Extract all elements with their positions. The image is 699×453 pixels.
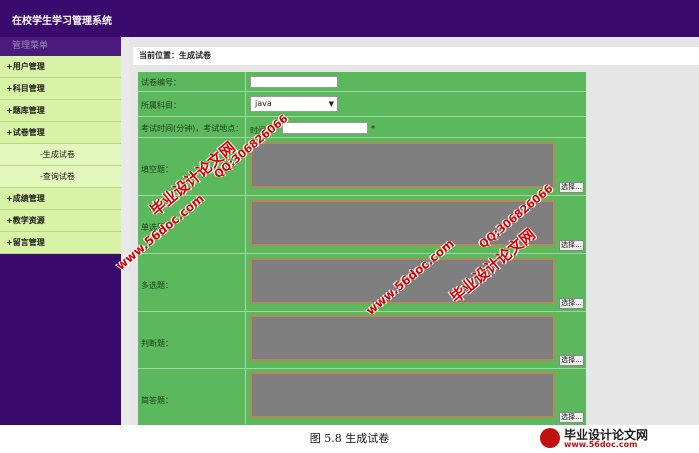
- sidebar-item-question-bank[interactable]: +题库管理: [0, 100, 121, 122]
- sidebar-item-message-manage[interactable]: +留言管理: [0, 232, 121, 254]
- paper-id-label: 试卷编号：: [141, 78, 181, 87]
- top-bar: 在校学生学习管理系统: [0, 0, 699, 37]
- single-choice-choose-button[interactable]: 选择...: [559, 240, 584, 251]
- paper-id-input[interactable]: [250, 76, 338, 88]
- brand-url: www.56doc.com: [564, 440, 638, 449]
- sidebar-subitem-query-paper[interactable]: -查询试卷: [0, 166, 121, 188]
- single-choice-textarea[interactable]: [250, 200, 555, 246]
- row-paper-id: 试卷编号：: [138, 72, 586, 92]
- multi-choice-label: 多选题：: [141, 281, 173, 290]
- sidebar-item-paper-manage[interactable]: +试卷管理: [0, 122, 121, 144]
- breadcrumb: 当前位置：生成试卷: [133, 47, 699, 65]
- row-subject: 所属科目：: [138, 92, 586, 117]
- short-answer-label: 简答题：: [141, 396, 173, 405]
- subject-select-value: java: [255, 99, 272, 108]
- exam-time-label: 考试时间(分钟)，考试地点：: [141, 124, 244, 133]
- sidebar-item-teaching-resources[interactable]: +教学资源: [0, 210, 121, 232]
- generate-paper-form: 试卷编号： 所属科目： java ▼ 考试时间(分钟)，考试地点： 时间： * …: [138, 72, 586, 425]
- single-choice-label: 单选题：: [141, 223, 173, 232]
- app-title: 在校学生学习管理系统: [12, 16, 112, 27]
- fill-blank-label: 填空题：: [141, 165, 173, 174]
- sidebar: 管理菜单 +用户管理 +科目管理 +题库管理 +试卷管理 -生成试卷 -查询试卷…: [0, 37, 121, 425]
- time-input[interactable]: [282, 122, 368, 134]
- multi-choice-textarea[interactable]: [250, 258, 555, 304]
- short-answer-textarea[interactable]: [250, 372, 555, 418]
- subject-select[interactable]: java ▼: [250, 96, 338, 112]
- fill-blank-textarea[interactable]: [250, 142, 555, 188]
- required-mark: *: [371, 124, 375, 133]
- true-false-textarea[interactable]: [250, 315, 555, 361]
- sidebar-divider: [121, 37, 129, 425]
- main-content: 当前位置：生成试卷 试卷编号： 所属科目： java ▼ 考试时间(分钟)，考试…: [129, 37, 699, 425]
- subject-label: 所属科目：: [141, 101, 181, 110]
- brand-logo: 毕业设计论文网 www.56doc.com: [540, 426, 696, 451]
- short-answer-choose-button[interactable]: 选择...: [559, 412, 584, 423]
- chevron-down-icon: ▼: [328, 100, 334, 108]
- fill-blank-choose-button[interactable]: 选择...: [559, 182, 584, 193]
- sidebar-item-subject-manage[interactable]: +科目管理: [0, 78, 121, 100]
- sidebar-subitem-generate-paper[interactable]: -生成试卷: [0, 144, 121, 166]
- true-false-choose-button[interactable]: 选择...: [559, 355, 584, 366]
- sidebar-item-score-manage[interactable]: +成绩管理: [0, 188, 121, 210]
- multi-choice-choose-button[interactable]: 选择...: [559, 298, 584, 309]
- sidebar-header: 管理菜单: [0, 37, 121, 56]
- sidebar-item-user-manage[interactable]: +用户管理: [0, 56, 121, 78]
- time-label: 时间：: [250, 126, 274, 135]
- true-false-label: 判断题：: [141, 339, 173, 348]
- brand-icon: [540, 428, 560, 448]
